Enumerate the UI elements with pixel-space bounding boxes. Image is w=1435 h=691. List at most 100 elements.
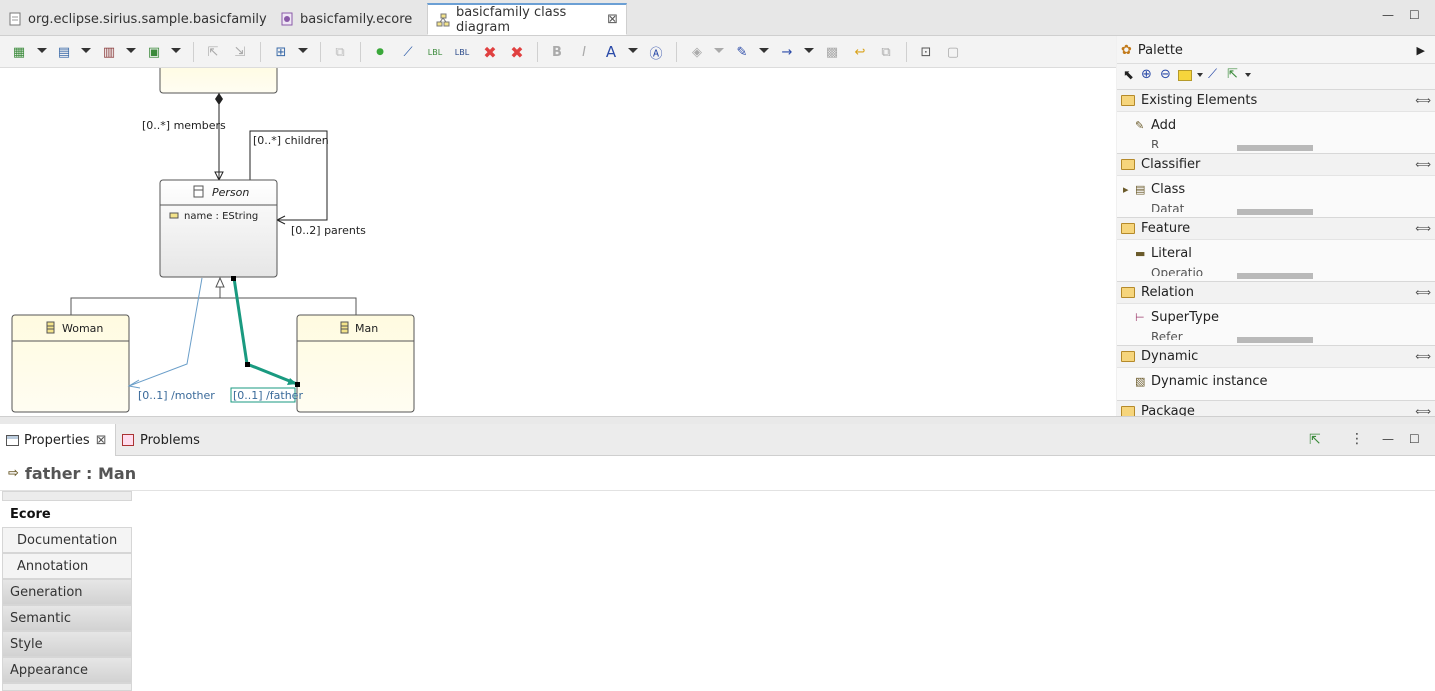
hide-element-icon[interactable]: ⟋ <box>399 43 417 61</box>
export-icon[interactable]: ⇱ <box>204 43 222 61</box>
drawer-toggle-icon[interactable]: ⟺ <box>1415 405 1431 416</box>
delete-icon[interactable]: ✖ <box>481 43 499 62</box>
maximize-icon[interactable]: ☐ <box>1409 432 1420 446</box>
property-tab-documentation[interactable]: Documentation <box>2 527 132 553</box>
mother-label[interactable]: [0..1] /mother <box>138 389 215 402</box>
italic-icon[interactable]: I <box>575 43 593 61</box>
chevron-down-icon[interactable] <box>37 48 47 53</box>
note-icon[interactable] <box>1178 70 1192 81</box>
selection-handle[interactable] <box>245 362 250 367</box>
parents-label[interactable]: [0..2] parents <box>291 224 366 237</box>
chevron-down-icon[interactable] <box>628 48 638 53</box>
chevron-down-icon[interactable] <box>759 48 769 53</box>
tab-class-diagram[interactable]: basicfamily class diagram ⊠ <box>427 3 627 35</box>
apply-style-icon[interactable]: ▩ <box>823 43 841 61</box>
layers-icon[interactable]: ▤ <box>55 43 73 61</box>
palette-item-supertype[interactable]: ⊢ SuperType <box>1117 304 1435 330</box>
members-label[interactable]: [0..*] members <box>142 119 226 132</box>
chevron-down-icon[interactable] <box>81 48 91 53</box>
chevron-down-icon[interactable] <box>804 48 814 53</box>
drawer-scrollbar[interactable] <box>1237 145 1313 151</box>
line-style-icon[interactable]: → <box>778 43 796 61</box>
bold-icon[interactable]: B <box>548 43 566 61</box>
zoom-in-icon[interactable]: ⊕ <box>1141 67 1152 82</box>
copy-appearance-icon[interactable]: ⧉ <box>877 43 895 61</box>
palette-item-literal[interactable]: ▬ Literal <box>1117 240 1435 266</box>
drawer-scrollbar[interactable] <box>1237 337 1313 343</box>
copy-format-icon[interactable]: ⧉ <box>331 43 349 61</box>
palette-item-dynamic-instance[interactable]: ▧ Dynamic instance <box>1117 368 1435 394</box>
father-label[interactable]: [0..1] /father <box>233 389 303 402</box>
drawer-toggle-icon[interactable]: ⟺ <box>1415 94 1431 107</box>
family-class-box[interactable] <box>159 68 278 94</box>
drawer-scrollbar[interactable] <box>1237 273 1313 279</box>
chevron-down-icon[interactable] <box>171 48 181 53</box>
inheritance-edge[interactable] <box>70 297 357 315</box>
show-element-icon[interactable]: ● <box>371 43 389 61</box>
line-color-icon[interactable]: ✎ <box>733 43 751 61</box>
drawer-toggle-icon[interactable]: ⟺ <box>1415 222 1431 235</box>
view-sash[interactable] <box>0 416 1435 424</box>
property-tab-style[interactable]: Style <box>2 631 132 657</box>
property-tab-ecore[interactable]: Ecore <box>2 501 132 527</box>
expand-arrow-icon[interactable]: ▸ <box>1123 183 1129 196</box>
person-attribute[interactable]: name : EString <box>184 211 258 222</box>
palette-item-add[interactable]: ✎ Add <box>1117 112 1435 138</box>
font-icon[interactable]: Ⓐ <box>647 43 665 62</box>
drawer-relation[interactable]: Relation ⟺ ⊢ SuperType Refer <box>1117 281 1435 345</box>
pin-icon[interactable]: ⇲ <box>231 43 249 61</box>
mother-edge[interactable] <box>128 277 203 387</box>
view-menu-icon[interactable]: ⋮ <box>1350 431 1364 447</box>
pin-tool-icon[interactable]: ⇱ <box>1227 67 1238 82</box>
drawer-toggle-icon[interactable]: ⟺ <box>1415 158 1431 171</box>
layout-icon[interactable]: ▣ <box>145 43 163 61</box>
maximize-icon[interactable]: ☐ <box>1409 8 1420 22</box>
close-icon[interactable]: ⊠ <box>607 12 618 27</box>
font-color-icon[interactable]: A <box>602 43 620 61</box>
zoom-fit-icon[interactable]: ⊡ <box>917 43 935 61</box>
property-tab-appearance[interactable]: Appearance <box>2 657 132 683</box>
tab-problems[interactable]: Problems <box>116 424 206 456</box>
delete-from-model-icon[interactable]: ✖ <box>508 43 526 62</box>
note-attachment-icon[interactable]: ⟋ <box>1208 67 1217 82</box>
select-icon[interactable]: ⊞ <box>272 43 290 61</box>
drawer-existing-elements[interactable]: Existing Elements ⟺ ✎ Add R <box>1117 89 1435 153</box>
tab-properties[interactable]: Properties ⊠ <box>0 424 116 456</box>
close-icon[interactable]: ⊠ <box>96 433 107 448</box>
drawer-classifier[interactable]: Classifier ⟺ ▸ ▤ Class Datat <box>1117 153 1435 217</box>
palette-item-class[interactable]: ▸ ▤ Class <box>1117 176 1435 202</box>
children-label[interactable]: [0..*] children <box>253 134 329 147</box>
reset-style-icon[interactable]: ↩ <box>851 43 869 61</box>
minimize-icon[interactable]: — <box>1382 8 1394 22</box>
tab-ecore[interactable]: basicfamily.ecore <box>272 3 420 35</box>
diagram-canvas[interactable]: [0..*] members [0..*] children [0..2] pa… <box>0 68 1116 416</box>
tab-project[interactable]: org.eclipse.sirius.sample.basicfamily <box>0 3 275 35</box>
chevron-down-icon[interactable] <box>126 48 136 53</box>
father-edge[interactable] <box>232 277 298 386</box>
drawer-feature[interactable]: Feature ⟺ ▬ Literal Operatio <box>1117 217 1435 281</box>
chevron-down-icon[interactable] <box>298 48 308 53</box>
chevron-down-icon[interactable] <box>1245 73 1251 77</box>
drawer-scrollbar[interactable] <box>1237 209 1313 215</box>
property-tab-annotation[interactable]: Annotation <box>2 553 132 579</box>
chevron-down-icon[interactable] <box>714 48 724 53</box>
selection-handle[interactable] <box>231 276 236 281</box>
property-tab-generation[interactable]: Generation <box>2 579 132 605</box>
arrange-all-icon[interactable]: ▦ <box>10 43 28 61</box>
minimize-icon[interactable]: — <box>1382 432 1394 446</box>
drawer-toggle-icon[interactable]: ⟺ <box>1415 286 1431 299</box>
size-icon[interactable]: ▢ <box>944 43 962 61</box>
select-tool-icon[interactable]: ⬉ <box>1123 68 1134 83</box>
filters-icon[interactable]: ▥ <box>100 43 118 61</box>
fill-color-icon[interactable]: ◈ <box>688 43 706 61</box>
selection-handle[interactable] <box>295 382 300 387</box>
pin-view-icon[interactable]: ⇱ <box>1309 432 1321 448</box>
zoom-out-icon[interactable]: ⊖ <box>1160 67 1171 82</box>
drawer-package[interactable]: Package ⟺ <box>1117 400 1435 416</box>
collapse-palette-icon[interactable]: ▶ <box>1417 44 1425 57</box>
show-label-icon[interactable]: LBL <box>426 43 444 61</box>
property-tab-semantic[interactable]: Semantic <box>2 605 132 631</box>
chevron-down-icon[interactable] <box>1197 73 1203 77</box>
hide-label-icon[interactable]: LBL <box>453 43 471 61</box>
drawer-toggle-icon[interactable]: ⟺ <box>1415 350 1431 363</box>
